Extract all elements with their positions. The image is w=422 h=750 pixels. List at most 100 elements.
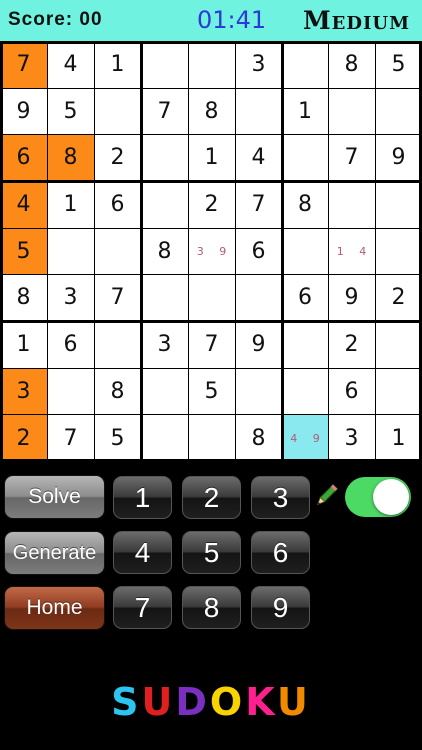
board-cell[interactable]: 5	[94, 414, 141, 462]
board-cell[interactable]	[328, 88, 375, 134]
board-cell[interactable]	[188, 41, 235, 88]
board-cell[interactable]: 8	[94, 368, 141, 414]
board-cell[interactable]: 7	[235, 181, 282, 228]
number-button-1[interactable]: 1	[113, 476, 172, 519]
board-cell[interactable]: 7	[141, 88, 188, 134]
board-cell[interactable]	[94, 228, 141, 274]
board-cell[interactable]	[141, 368, 188, 414]
board-cell[interactable]	[282, 321, 328, 368]
board-cell[interactable]	[375, 321, 422, 368]
board-cell[interactable]: 5	[188, 368, 235, 414]
board-cell[interactable]: 2	[0, 414, 47, 462]
board-cell[interactable]: 9	[235, 321, 282, 368]
grid-line	[94, 41, 95, 462]
board-cell[interactable]	[235, 274, 282, 321]
board-cell[interactable]	[188, 414, 235, 462]
board-cell[interactable]: 1	[375, 414, 422, 462]
board-cell[interactable]: 1	[282, 88, 328, 134]
board-cell[interactable]: 9	[0, 88, 47, 134]
grid-line	[375, 41, 376, 462]
board-cell[interactable]	[235, 88, 282, 134]
board-cell[interactable]: 6	[0, 134, 47, 181]
board-cell[interactable]: 9	[328, 274, 375, 321]
board-cell[interactable]: 4	[0, 181, 47, 228]
board-cell[interactable]: 1	[188, 134, 235, 181]
pencil-mode-toggle[interactable]	[345, 477, 411, 517]
number-button-8[interactable]: 8	[182, 586, 241, 629]
number-button-4[interactable]: 4	[113, 531, 172, 574]
board-cell[interactable]	[141, 134, 188, 181]
board-cell[interactable]: 7	[0, 41, 47, 88]
board-cell[interactable]	[282, 368, 328, 414]
board-cell[interactable]	[141, 274, 188, 321]
board-cell[interactable]	[47, 368, 94, 414]
board-cell[interactable]: 6	[94, 181, 141, 228]
board-cell[interactable]	[94, 88, 141, 134]
board-cell[interactable]: 8	[141, 228, 188, 274]
board-cell[interactable]	[282, 41, 328, 88]
generate-button[interactable]: Generate	[4, 531, 105, 575]
board-cell[interactable]: 5	[47, 88, 94, 134]
board-cell[interactable]: 4	[47, 41, 94, 88]
board-cell[interactable]: 7	[188, 321, 235, 368]
board-cell[interactable]: 7	[328, 134, 375, 181]
board-cell[interactable]: 5	[375, 41, 422, 88]
board-cell[interactable]	[375, 181, 422, 228]
board-cell[interactable]: 3 9	[188, 228, 235, 274]
board-cell[interactable]	[141, 181, 188, 228]
board-cell[interactable]	[141, 41, 188, 88]
number-button-7[interactable]: 7	[113, 586, 172, 629]
board-cell[interactable]: 8	[0, 274, 47, 321]
board-cell[interactable]: 1 4	[328, 228, 375, 274]
board-cell[interactable]: 2	[375, 274, 422, 321]
board-cell[interactable]: 1	[94, 41, 141, 88]
board-cell[interactable]: 5	[0, 228, 47, 274]
board-cell[interactable]: 2	[328, 321, 375, 368]
board-cell[interactable]: 2	[188, 181, 235, 228]
number-button-9[interactable]: 9	[251, 586, 310, 629]
board-cell[interactable]: 3	[47, 274, 94, 321]
board-cell[interactable]: 8	[282, 181, 328, 228]
board-cell[interactable]: 7	[47, 414, 94, 462]
board-cell[interactable]: 1	[47, 181, 94, 228]
board-cell[interactable]: 8	[328, 41, 375, 88]
board-cell[interactable]	[375, 88, 422, 134]
board-cell[interactable]	[47, 228, 94, 274]
board-cell[interactable]	[375, 228, 422, 274]
grid-line	[0, 134, 422, 135]
board-cell[interactable]: 3	[235, 41, 282, 88]
number-button-5[interactable]: 5	[182, 531, 241, 574]
board-cell[interactable]	[94, 321, 141, 368]
board-cell[interactable]	[235, 368, 282, 414]
board-cell[interactable]: 6	[235, 228, 282, 274]
board-cell[interactable]: 8	[188, 88, 235, 134]
board-cell[interactable]: 8	[47, 134, 94, 181]
board-cell[interactable]	[282, 134, 328, 181]
board-cell[interactable]	[188, 274, 235, 321]
solve-button[interactable]: Solve	[4, 475, 105, 519]
board-cell[interactable]	[328, 181, 375, 228]
board-cell[interactable]: 1	[0, 321, 47, 368]
board-cell[interactable]: 9	[375, 134, 422, 181]
board-cell[interactable]: 8	[235, 414, 282, 462]
board-cell[interactable]: 4	[235, 134, 282, 181]
board-cell[interactable]: 3	[328, 414, 375, 462]
number-button-3[interactable]: 3	[251, 476, 310, 519]
board-cell[interactable]: 4 9	[282, 414, 328, 462]
board-cell[interactable]: 7	[94, 274, 141, 321]
board-cell[interactable]	[282, 228, 328, 274]
number-button-2[interactable]: 2	[182, 476, 241, 519]
board-cell[interactable]: 3	[141, 321, 188, 368]
number-button-6[interactable]: 6	[251, 531, 310, 574]
pencil-icon[interactable]	[313, 483, 339, 509]
home-button[interactable]: Home	[4, 586, 105, 630]
board-cell[interactable]	[375, 368, 422, 414]
board-cell[interactable]: 3	[0, 368, 47, 414]
board-cell[interactable]: 2	[94, 134, 141, 181]
board-cell[interactable]: 6	[328, 368, 375, 414]
board-cell[interactable]: 6	[282, 274, 328, 321]
board-cell[interactable]	[141, 414, 188, 462]
board-cell[interactable]: 6	[47, 321, 94, 368]
grid-line	[0, 41, 3, 462]
logo-letter: S	[111, 680, 142, 724]
